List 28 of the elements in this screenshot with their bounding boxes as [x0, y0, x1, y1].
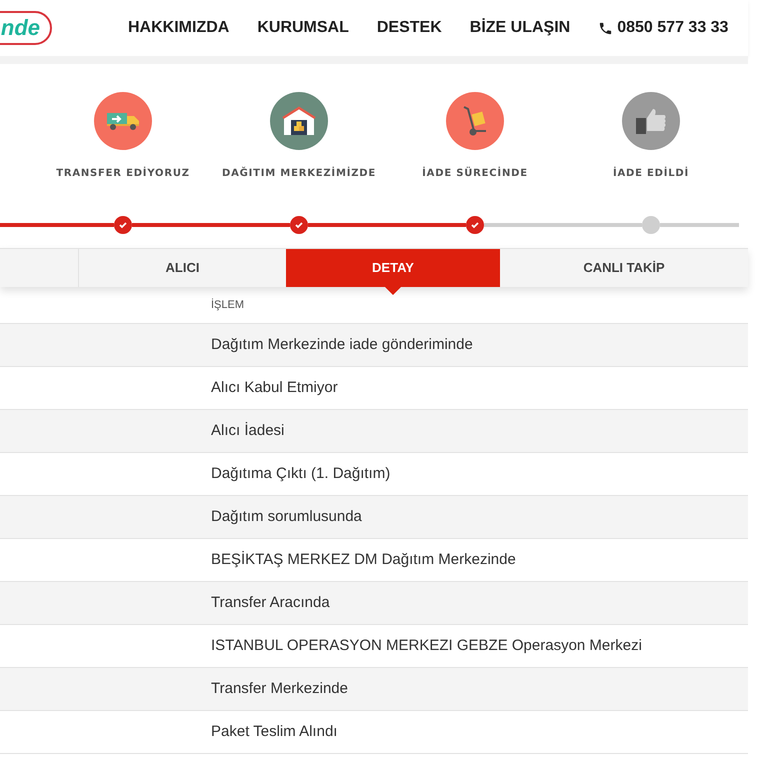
step-label: DAĞITIM MERKEZİMİZDE — [222, 166, 376, 181]
table-cell-text: Dağıtıma Çıktı (1. Dağıtım) — [211, 464, 390, 484]
step-label: İADE SÜRECİNDE — [422, 166, 528, 181]
tab[interactable]: ALICI — [79, 249, 286, 287]
table-cell-text: Paket Teslim Alındı — [211, 722, 338, 742]
table-cell-text: BEŞİKTAŞ MERKEZ DM Dağıtım Merkezinde — [211, 550, 516, 570]
phone-icon — [598, 20, 614, 36]
nav-link[interactable]: BİZE ULAŞIN — [470, 16, 570, 40]
nav-link[interactable]: DESTEK — [376, 16, 442, 40]
truck-icon — [106, 111, 140, 131]
logo: nde — [0, 11, 52, 45]
step-label: İADE EDİLDİ — [612, 166, 690, 181]
nav-link[interactable]: HAKKIMIZDA — [128, 16, 230, 40]
table-cell-text: Transfer Aracında — [211, 592, 330, 613]
nav-link[interactable]: KURUMSAL — [257, 16, 349, 40]
tab[interactable]: CANLI TAKİP — [500, 249, 748, 287]
column-header: İŞLEM — [211, 298, 244, 313]
table-cell-text: Dağıtım Merkezinde iade gönderiminde — [211, 334, 473, 355]
thumbs-up-icon — [635, 107, 667, 135]
table-cell-text: Alıcı Kabul Etmiyor — [211, 378, 338, 398]
step-label: TRANSFER EDİYORUZ — [56, 166, 190, 181]
table-cell-text: Transfer Merkezinde — [211, 678, 348, 699]
tab-pointer-icon — [385, 287, 401, 295]
table-cell-text: Dağıtım sorumlusunda — [211, 506, 362, 527]
phone-link[interactable]: 0850 577 33 33 — [598, 16, 728, 40]
warehouse-icon — [281, 106, 317, 136]
table-cell-text: Alıcı İadesi — [211, 420, 284, 441]
table-cell-text: ISTANBUL OPERASYON MERKEZI GEBZE Operasyon Merkezi — [211, 636, 642, 656]
